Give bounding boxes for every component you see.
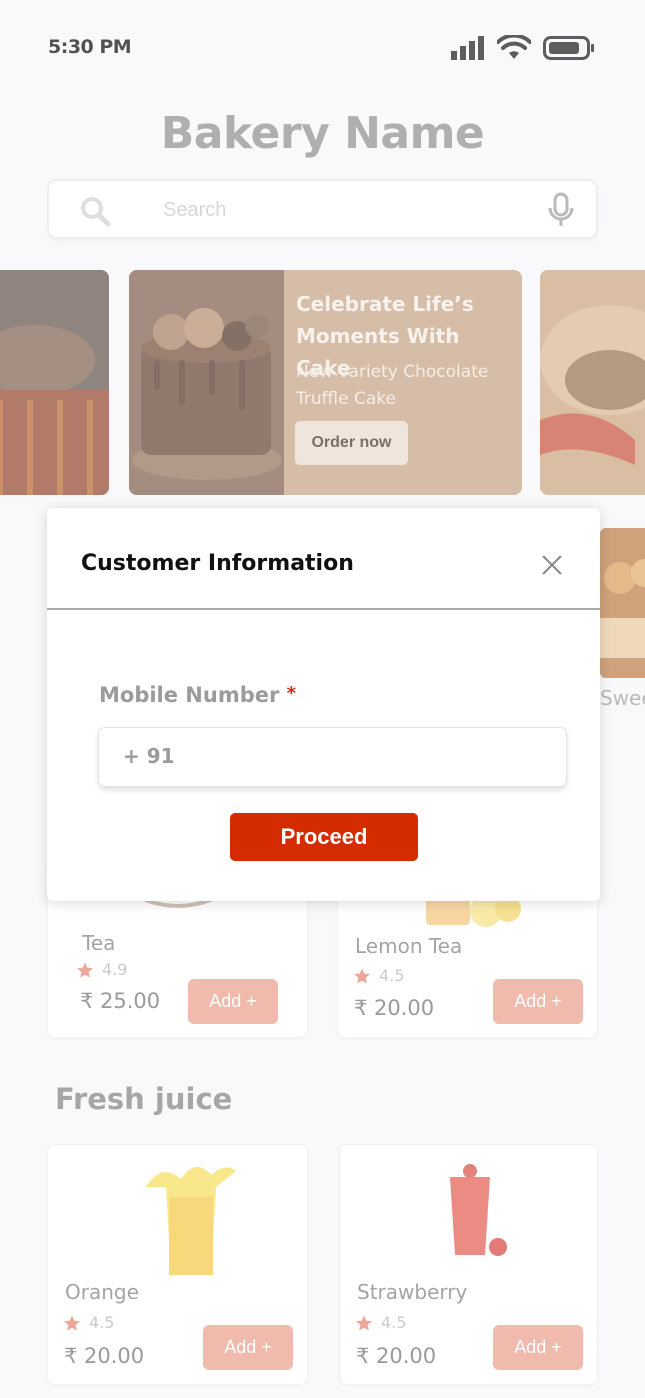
customer-information-dialog: Customer Information Mobile Number * + 9… [47, 508, 600, 901]
mobile-number-input[interactable] [179, 738, 549, 778]
mobile-number-label: Mobile Number * [99, 683, 296, 707]
mobile-number-field[interactable]: + 91 [98, 727, 567, 787]
close-icon[interactable] [541, 554, 563, 576]
mobile-number-label-text: Mobile Number [99, 683, 280, 707]
dialog-title: Customer Information [81, 551, 354, 576]
required-mark: * [286, 683, 297, 704]
dialog-divider [47, 608, 600, 610]
country-code-prefix: + 91 [123, 744, 175, 768]
proceed-button[interactable]: Proceed [230, 813, 418, 861]
